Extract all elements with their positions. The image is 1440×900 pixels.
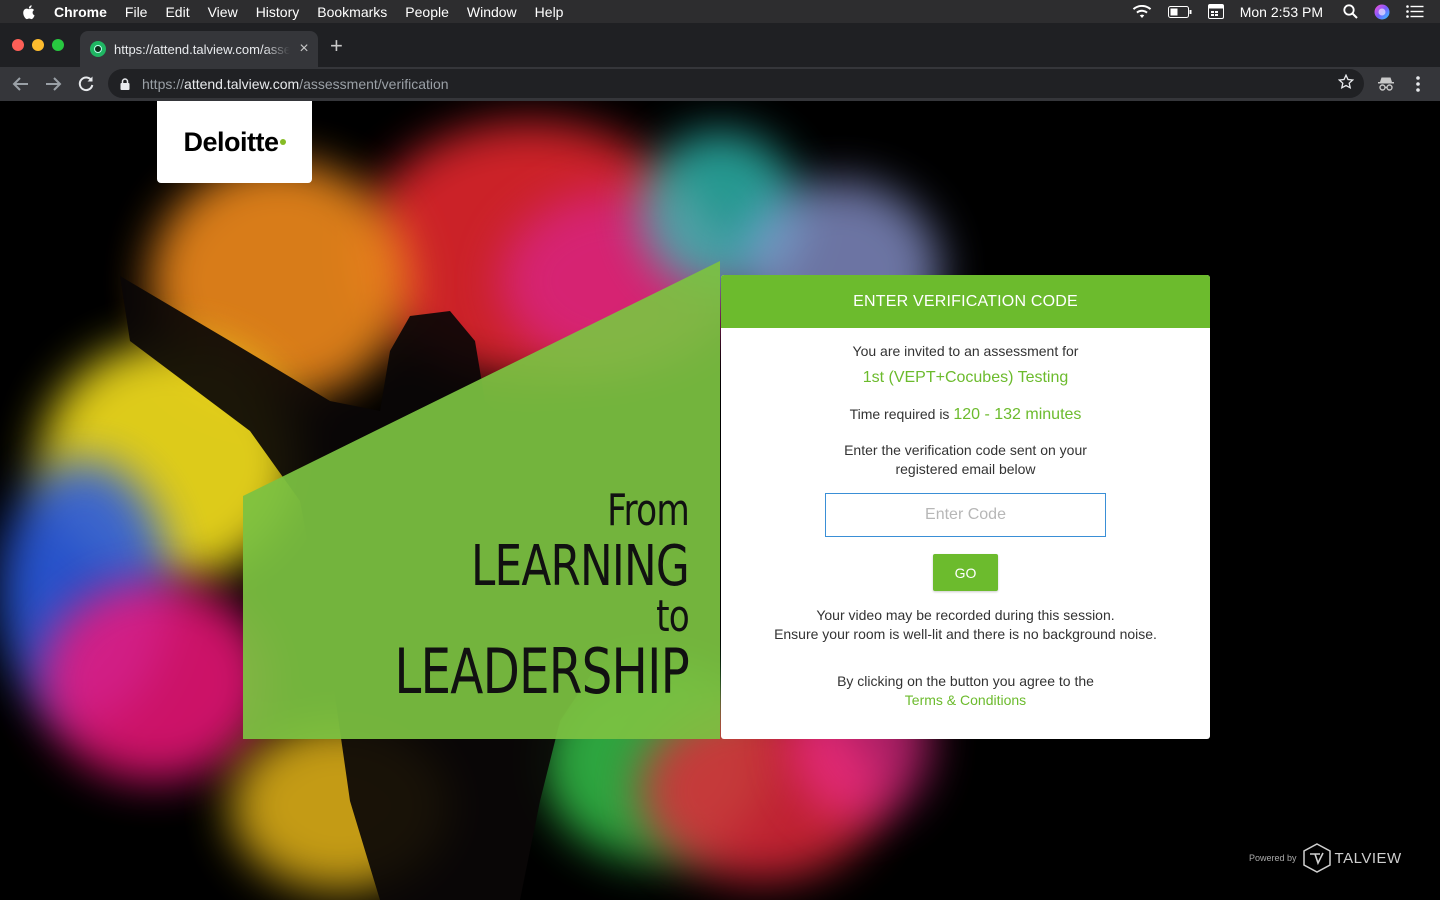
wifi-icon[interactable] [1132,4,1152,19]
invited-text: You are invited to an assessment for [852,343,1079,359]
menu-edit[interactable]: Edit [165,4,189,20]
new-tab-button[interactable]: + [330,35,343,57]
menu-view[interactable]: View [208,4,238,20]
tagline-leadership: LEADERSHIP [394,635,689,708]
notification-center-icon[interactable] [1406,5,1424,18]
tagline-learning: LEARNING [470,534,690,599]
green-tagline-panel [243,261,720,739]
agreement-line: By clicking on the button you agree to t… [837,673,1094,689]
menu-help[interactable]: Help [535,4,564,20]
logo-green-dot [279,139,286,145]
siri-icon[interactable] [1374,4,1390,20]
apple-logo-icon[interactable] [20,3,38,21]
menu-bookmarks[interactable]: Bookmarks [317,4,387,20]
enter-code-instructions: Enter the verification code sent on your… [721,441,1210,479]
menu-window[interactable]: Window [467,4,517,20]
card-title: ENTER VERIFICATION CODE [721,275,1210,328]
menu-people[interactable]: People [405,4,449,20]
back-arrow-icon[interactable] [10,73,32,95]
talview-logo-icon [1302,843,1331,873]
browser-tab-active[interactable]: https://attend.talview.com/assessment/ve… [80,31,318,67]
incognito-extension-icon[interactable] [1377,75,1395,93]
browser-menu-kebab-icon[interactable] [1410,73,1426,95]
agreement-text: By clicking on the button you agree to t… [721,672,1210,710]
menu-history[interactable]: History [256,4,300,20]
talview-brand-text: TALVIEW [1334,849,1402,867]
assessment-page: From LEARNING to LEADERSHIP Deloitte ENT… [0,101,1440,900]
tagline-from: From [607,485,690,536]
enter-code-line-2: registered email below [895,461,1036,477]
powered-by-label: Powered by [1249,853,1297,863]
window-zoom-button[interactable] [52,39,64,51]
deloitte-logo: Deloitte [157,101,312,183]
tab-title: https://attend.talview.com/assessment/ve… [114,41,290,57]
macos-menu-bar: Chrome File Edit View History Bookmarks … [0,0,1440,23]
lock-icon[interactable] [120,77,130,90]
assessment-name: 1st (VEPT+Cocubes) Testing [862,369,1069,386]
window-close-button[interactable] [12,39,24,51]
tagline-to: to [656,591,690,642]
reload-icon[interactable] [75,73,97,95]
recording-notice: Your video may be recorded during this s… [721,606,1210,644]
menu-app-name[interactable]: Chrome [54,4,107,20]
browser-tab-strip: https://attend.talview.com/assessment/ve… [0,23,1440,67]
url-scheme: https:// [142,75,185,92]
address-bar[interactable]: https://attend.talview.com/assessment/ve… [108,69,1364,98]
talview-favicon-icon [90,41,106,57]
battery-icon[interactable] [1167,5,1192,18]
time-required-label: Time required is [849,406,950,422]
url-host: attend.talview.com [184,75,300,92]
enter-code-line-1: Enter the verification code sent on your [844,442,1087,458]
status-area: Mon 2:53 PM [1132,0,1440,23]
recording-notice-line-2: Ensure your room is well-lit and there i… [774,626,1157,642]
address-url[interactable]: https://attend.talview.com/assessment/ve… [142,76,449,92]
recording-notice-line-1: Your video may be recorded during this s… [816,607,1115,623]
tab-close-icon[interactable]: × [296,40,312,58]
browser-toolbar: https://attend.talview.com/assessment/ve… [0,67,1440,101]
forward-arrow-icon[interactable] [42,73,64,95]
menu-file[interactable]: File [125,4,148,20]
bookmark-star-icon[interactable] [1337,73,1355,95]
go-button[interactable]: GO [933,554,998,591]
menu-clock[interactable]: Mon 2:53 PM [1240,4,1323,20]
verification-code-input[interactable] [825,493,1106,537]
window-minimize-button[interactable] [32,39,44,51]
powered-by-talview[interactable]: Powered by TALVIEW [1249,843,1402,873]
card-body: You are invited to an assessment for 1st… [721,341,1210,710]
verification-card: ENTER VERIFICATION CODE You are invited … [721,275,1210,739]
url-path: /assessment/verification [299,75,449,92]
logo-wordmark: Deloitte [183,126,279,157]
spotlight-search-icon[interactable] [1343,4,1358,19]
time-required: Time required is 120 - 132 minutes [721,403,1210,426]
calendar-widget-icon[interactable] [1207,4,1224,19]
time-required-value: 120 - 132 minutes [953,406,1082,423]
terms-conditions-link[interactable]: Terms & Conditions [721,691,1210,710]
